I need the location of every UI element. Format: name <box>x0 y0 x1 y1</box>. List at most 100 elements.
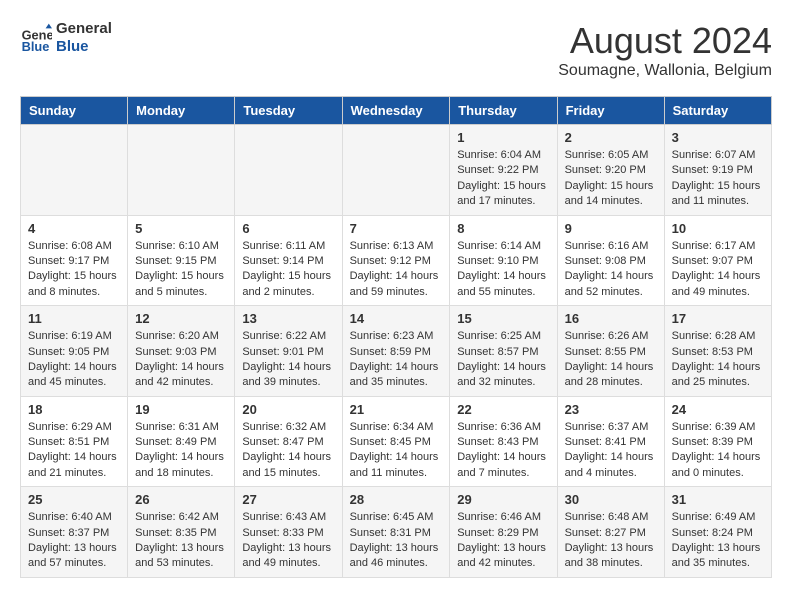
day-cell: 18 Sunrise: 6:29 AMSunset: 8:51 PMDayligh… <box>21 396 128 487</box>
day-cell: 24Sunrise: 6:39 AMSunset: 8:39 PMDayligh… <box>664 396 771 487</box>
day-info: Sunrise: 6:14 AMSunset: 9:10 PMDaylight:… <box>457 239 549 301</box>
day-info: Sunrise: 6:28 AMSunset: 8:53 PMDaylight:… <box>672 329 764 391</box>
day-number: 5 <box>135 221 227 236</box>
day-info: Sunrise: 6:22 AMSunset: 9:01 PMDaylight:… <box>242 329 334 391</box>
day-cell: 7 Sunrise: 6:13 AMSunset: 9:12 PMDaylight… <box>342 215 450 306</box>
day-cell: 14 Sunrise: 6:23 AMSunset: 8:59 PMDayligh… <box>342 306 450 397</box>
day-number: 9 <box>565 221 657 236</box>
day-cell: 13Sunrise: 6:22 AMSunset: 9:01 PMDayligh… <box>235 306 342 397</box>
day-number: 23 <box>565 402 657 417</box>
day-cell: 3Sunrise: 6:07 AMSunset: 9:19 PMDaylight… <box>664 125 771 216</box>
day-info: Sunrise: 6:05 AMSunset: 9:20 PMDaylight:… <box>565 148 657 210</box>
logo-general: General <box>56 20 112 38</box>
day-info: Sunrise: 6:17 AMSunset: 9:07 PMDaylight:… <box>672 239 764 301</box>
day-cell: 17 Sunrise: 6:28 AMSunset: 8:53 PMDayligh… <box>664 306 771 397</box>
day-number: 12 <box>135 311 227 326</box>
day-cell: 27 Sunrise: 6:43 AMSunset: 8:33 PMDayligh… <box>235 487 342 578</box>
day-cell: 15 Sunrise: 6:25 AMSunset: 8:57 PMDayligh… <box>450 306 557 397</box>
header-monday: Monday <box>128 97 235 125</box>
day-info: Sunrise: 6:25 AMSunset: 8:57 PMDaylight:… <box>457 329 549 391</box>
day-cell <box>235 125 342 216</box>
day-number: 26 <box>135 492 227 507</box>
day-info: Sunrise: 6:32 AMSunset: 8:47 PMDaylight:… <box>242 420 334 482</box>
week-row-4: 18 Sunrise: 6:29 AMSunset: 8:51 PMDayligh… <box>21 396 772 487</box>
header: General Blue General Blue August 2024 So… <box>20 20 772 80</box>
day-number: 22 <box>457 402 549 417</box>
day-info: Sunrise: 6:40 AMSunset: 8:37 PMDaylight:… <box>28 510 120 572</box>
day-cell: 22 Sunrise: 6:36 AMSunset: 8:43 PMDayligh… <box>450 396 557 487</box>
day-info: Sunrise: 6:11 AMSunset: 9:14 PMDaylight:… <box>242 239 334 301</box>
day-cell: 12 Sunrise: 6:20 AMSunset: 9:03 PMDayligh… <box>128 306 235 397</box>
day-number: 16 <box>565 311 657 326</box>
day-info: Sunrise: 6:37 AMSunset: 8:41 PMDaylight:… <box>565 420 657 482</box>
day-cell: 30 Sunrise: 6:48 AMSunset: 8:27 PMDayligh… <box>557 487 664 578</box>
day-info: Sunrise: 6:34 AMSunset: 8:45 PMDaylight:… <box>350 420 443 482</box>
day-cell: 19Sunrise: 6:31 AMSunset: 8:49 PMDayligh… <box>128 396 235 487</box>
day-number: 21 <box>350 402 443 417</box>
header-sunday: Sunday <box>21 97 128 125</box>
day-cell: 20Sunrise: 6:32 AMSunset: 8:47 PMDayligh… <box>235 396 342 487</box>
day-info: Sunrise: 6:39 AMSunset: 8:39 PMDaylight:… <box>672 420 764 482</box>
day-number: 18 <box>28 402 120 417</box>
day-cell: 11Sunrise: 6:19 AMSunset: 9:05 PMDayligh… <box>21 306 128 397</box>
day-number: 29 <box>457 492 549 507</box>
day-info: Sunrise: 6:23 AMSunset: 8:59 PMDaylight:… <box>350 329 443 391</box>
day-cell <box>128 125 235 216</box>
day-cell: 25Sunrise: 6:40 AMSunset: 8:37 PMDayligh… <box>21 487 128 578</box>
day-number: 7 <box>350 221 443 236</box>
day-cell: 4 Sunrise: 6:08 AMSunset: 9:17 PMDaylight… <box>21 215 128 306</box>
logo: General Blue General Blue <box>20 20 112 56</box>
day-cell <box>21 125 128 216</box>
header-wednesday: Wednesday <box>342 97 450 125</box>
week-row-1: 1 Sunrise: 6:04 AMSunset: 9:22 PMDaylight… <box>21 125 772 216</box>
day-info: Sunrise: 6:42 AMSunset: 8:35 PMDaylight:… <box>135 510 227 572</box>
day-info: Sunrise: 6:20 AMSunset: 9:03 PMDaylight:… <box>135 329 227 391</box>
header-friday: Friday <box>557 97 664 125</box>
month-year: August 2024 <box>558 20 772 62</box>
day-number: 1 <box>457 130 549 145</box>
title-area: August 2024 Soumagne, Wallonia, Belgium <box>558 20 772 80</box>
day-info: Sunrise: 6:26 AMSunset: 8:55 PMDaylight:… <box>565 329 657 391</box>
day-cell: 21 Sunrise: 6:34 AMSunset: 8:45 PMDayligh… <box>342 396 450 487</box>
day-info: Sunrise: 6:49 AMSunset: 8:24 PMDaylight:… <box>672 510 764 572</box>
day-cell: 28Sunrise: 6:45 AMSunset: 8:31 PMDayligh… <box>342 487 450 578</box>
day-cell: 10 Sunrise: 6:17 AMSunset: 9:07 PMDayligh… <box>664 215 771 306</box>
day-cell: 6 Sunrise: 6:11 AMSunset: 9:14 PMDaylight… <box>235 215 342 306</box>
day-number: 6 <box>242 221 334 236</box>
day-cell: 26 Sunrise: 6:42 AMSunset: 8:35 PMDayligh… <box>128 487 235 578</box>
svg-text:Blue: Blue <box>22 39 50 54</box>
day-info: Sunrise: 6:13 AMSunset: 9:12 PMDaylight:… <box>350 239 443 301</box>
day-number: 11 <box>28 311 120 326</box>
calendar-table: SundayMondayTuesdayWednesdayThursdayFrid… <box>20 96 772 578</box>
logo-icon: General Blue <box>20 22 52 54</box>
day-number: 30 <box>565 492 657 507</box>
day-cell <box>342 125 450 216</box>
day-number: 27 <box>242 492 334 507</box>
day-info: Sunrise: 6:29 AMSunset: 8:51 PMDaylight:… <box>28 420 120 482</box>
day-info: Sunrise: 6:16 AMSunset: 9:08 PMDaylight:… <box>565 239 657 301</box>
day-number: 19 <box>135 402 227 417</box>
day-number: 17 <box>672 311 764 326</box>
day-number: 14 <box>350 311 443 326</box>
header-thursday: Thursday <box>450 97 557 125</box>
day-info: Sunrise: 6:46 AMSunset: 8:29 PMDaylight:… <box>457 510 549 572</box>
day-info: Sunrise: 6:48 AMSunset: 8:27 PMDaylight:… <box>565 510 657 572</box>
day-number: 15 <box>457 311 549 326</box>
day-info: Sunrise: 6:45 AMSunset: 8:31 PMDaylight:… <box>350 510 443 572</box>
day-cell: 23 Sunrise: 6:37 AMSunset: 8:41 PMDayligh… <box>557 396 664 487</box>
logo-blue: Blue <box>56 38 112 56</box>
day-info: Sunrise: 6:08 AMSunset: 9:17 PMDaylight:… <box>28 239 120 301</box>
day-number: 4 <box>28 221 120 236</box>
day-info: Sunrise: 6:04 AMSunset: 9:22 PMDaylight:… <box>457 148 549 210</box>
day-info: Sunrise: 6:43 AMSunset: 8:33 PMDaylight:… <box>242 510 334 572</box>
day-number: 3 <box>672 130 764 145</box>
weekday-header-row: SundayMondayTuesdayWednesdayThursdayFrid… <box>21 97 772 125</box>
day-cell: 16 Sunrise: 6:26 AMSunset: 8:55 PMDayligh… <box>557 306 664 397</box>
day-cell: 5Sunrise: 6:10 AMSunset: 9:15 PMDaylight… <box>128 215 235 306</box>
header-saturday: Saturday <box>664 97 771 125</box>
day-info: Sunrise: 6:36 AMSunset: 8:43 PMDaylight:… <box>457 420 549 482</box>
day-cell: 29 Sunrise: 6:46 AMSunset: 8:29 PMDayligh… <box>450 487 557 578</box>
header-tuesday: Tuesday <box>235 97 342 125</box>
day-cell: 2Sunrise: 6:05 AMSunset: 9:20 PMDaylight… <box>557 125 664 216</box>
day-number: 10 <box>672 221 764 236</box>
